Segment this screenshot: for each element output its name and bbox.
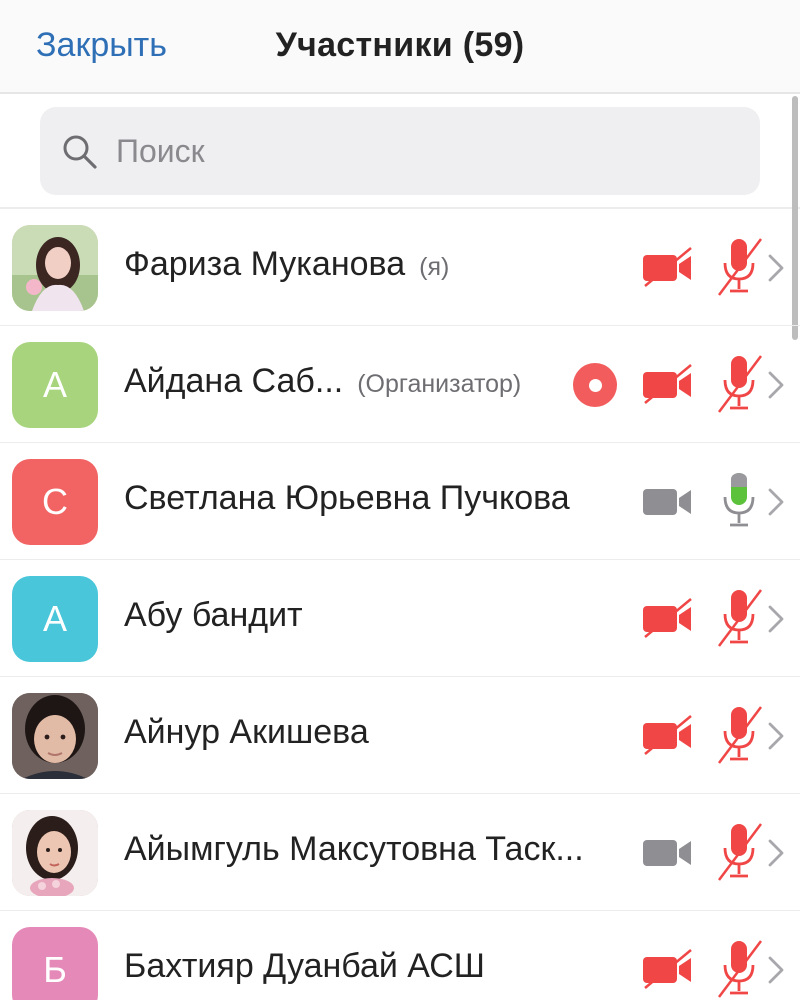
page-title: Участники (59) bbox=[275, 26, 525, 64]
participant-name-line: Светлана Юрьевна Пучкова bbox=[124, 479, 570, 518]
participant-name: Айымгуль Максутовна Таск... bbox=[124, 830, 584, 868]
participant-name-line: Айнур Акишева bbox=[124, 713, 369, 752]
participant-name: Айдана Саб... bbox=[124, 362, 344, 400]
video-icon bbox=[643, 840, 691, 866]
avatar-letter: А bbox=[42, 364, 67, 405]
participant-name: Айнур Акишева bbox=[124, 713, 369, 751]
participant-list: Фариза Муканова (я) А Айдана Саб... (Организ… bbox=[0, 209, 800, 1000]
microphone-muted-icon bbox=[718, 823, 762, 881]
avatar-letter: А bbox=[42, 598, 67, 639]
avatar: Б bbox=[12, 927, 98, 1000]
participant-row[interactable]: А Абу бандит bbox=[0, 560, 800, 677]
recording-dot bbox=[588, 378, 602, 392]
avatar: А bbox=[12, 576, 98, 662]
participant-row[interactable]: А Айдана Саб... (Организатор) bbox=[0, 326, 800, 443]
participant-role: (Организатор) bbox=[357, 370, 522, 398]
search-icon bbox=[63, 135, 97, 169]
participant-name: Абу бандит bbox=[124, 596, 303, 634]
participant-name: Бахтияр Дуанбай АСШ bbox=[124, 947, 485, 985]
participant-name-line: Айымгуль Максутовна Таск... bbox=[124, 830, 584, 869]
avatar bbox=[12, 810, 98, 896]
video-off-icon bbox=[643, 949, 692, 989]
chevron-right-icon[interactable] bbox=[766, 604, 786, 634]
microphone-icon bbox=[723, 473, 755, 527]
avatar bbox=[12, 693, 98, 779]
video-off-icon bbox=[643, 598, 692, 638]
chevron-right-icon[interactable] bbox=[766, 253, 786, 283]
microphone-muted-icon bbox=[718, 589, 762, 647]
avatar-photo bbox=[12, 693, 98, 779]
header-bar: Закрыть Участники (59) bbox=[0, 0, 800, 94]
chevron-right-icon[interactable] bbox=[766, 487, 786, 517]
participant-row[interactable]: Фариза Муканова (я) bbox=[0, 209, 800, 326]
chevron-right-icon[interactable] bbox=[766, 721, 786, 751]
video-off-icon bbox=[643, 247, 692, 287]
participant-row[interactable]: Айымгуль Максутовна Таск... bbox=[0, 794, 800, 911]
participant-row[interactable]: Б Бахтияр Дуанбай АСШ bbox=[0, 911, 800, 1000]
microphone-muted-icon bbox=[718, 355, 762, 413]
microphone-muted-icon bbox=[718, 706, 762, 764]
avatar-photo bbox=[12, 810, 98, 896]
participant-row[interactable]: Айнур Акишева bbox=[0, 677, 800, 794]
participant-name-line: Айдана Саб... (Организатор) bbox=[124, 362, 521, 401]
microphone-muted-icon bbox=[718, 940, 762, 998]
video-off-icon bbox=[643, 715, 692, 755]
participant-name-line: Фариза Муканова (я) bbox=[124, 245, 449, 284]
recording-icon bbox=[573, 363, 617, 407]
microphone-muted-icon bbox=[718, 238, 762, 296]
chevron-right-icon[interactable] bbox=[766, 838, 786, 868]
chevron-right-icon[interactable] bbox=[766, 370, 786, 400]
avatar bbox=[12, 225, 98, 311]
video-off-icon bbox=[643, 364, 692, 404]
avatar-letter: С bbox=[42, 481, 68, 522]
search-box[interactable] bbox=[40, 107, 760, 195]
chevron-right-icon[interactable] bbox=[766, 955, 786, 985]
participant-role: (я) bbox=[419, 253, 450, 281]
search-input[interactable] bbox=[116, 125, 716, 177]
participant-name-line: Абу бандит bbox=[124, 596, 303, 635]
avatar-photo bbox=[12, 225, 98, 311]
participant-name: Светлана Юрьевна Пучкова bbox=[124, 479, 570, 517]
avatar: А bbox=[12, 342, 98, 428]
participant-name-line: Бахтияр Дуанбай АСШ bbox=[124, 947, 485, 986]
video-icon bbox=[643, 489, 691, 515]
participant-row[interactable]: С Светлана Юрьевна Пучкова bbox=[0, 443, 800, 560]
avatar: С bbox=[12, 459, 98, 545]
avatar-letter: Б bbox=[43, 949, 67, 990]
search-section bbox=[0, 94, 800, 209]
participant-name: Фариза Муканова bbox=[124, 245, 406, 283]
